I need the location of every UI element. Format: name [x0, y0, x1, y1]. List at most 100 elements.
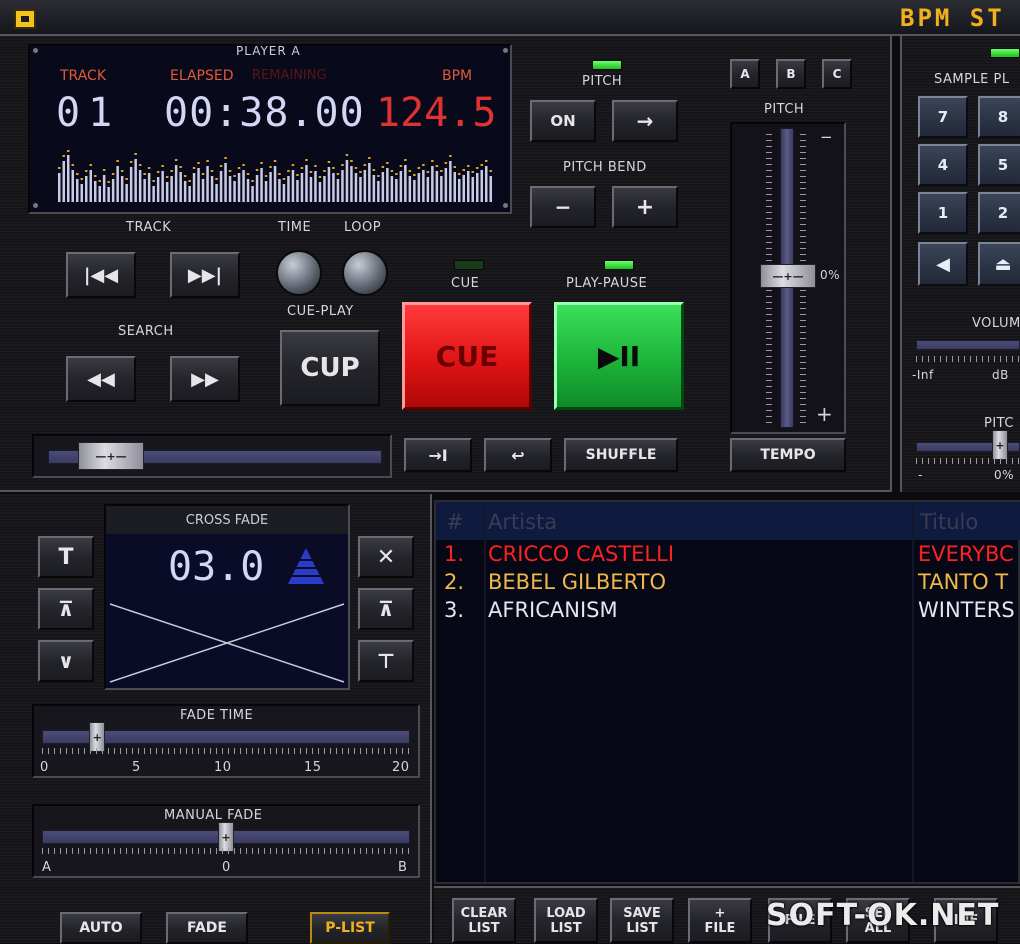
spectrum-bar	[147, 173, 151, 202]
abc-button-b[interactable]: B	[776, 59, 806, 89]
spectrum-peak	[129, 161, 133, 163]
spectrum-bar	[359, 177, 362, 202]
sample-key-7[interactable]: 7	[918, 96, 968, 138]
pitch-label: PITCH	[582, 74, 623, 89]
fade-curve-button-2[interactable]: ⊼	[38, 588, 94, 630]
sampler-back-button[interactable]: ◀	[918, 242, 968, 286]
loop-knob[interactable]	[342, 250, 388, 296]
next-track-button[interactable]: ▶▶|	[170, 252, 240, 298]
manual-fade-scale-zero: 0	[222, 860, 231, 875]
repeat-button[interactable]: ↩	[484, 438, 552, 472]
remaining-label[interactable]: REMAINING	[252, 68, 327, 83]
spectrum-bar	[62, 161, 65, 202]
spectrum-analyzer	[58, 150, 492, 202]
spectrum-peak	[116, 160, 119, 162]
abc-button-c[interactable]: C	[822, 59, 852, 89]
fade-time-label: FADE TIME	[180, 708, 254, 723]
spectrum-peak	[80, 178, 83, 180]
app-menu-icon[interactable]	[14, 9, 36, 29]
spectrum-bar	[296, 180, 299, 202]
spectrum-peak	[417, 167, 421, 169]
position-slider-thumb[interactable]: —+—	[78, 442, 144, 470]
clear-list-button[interactable]: CLEAR LIST	[452, 898, 516, 943]
spectrum-peak	[413, 174, 416, 176]
pitch-on-button[interactable]: ON	[530, 100, 596, 142]
elapsed-label[interactable]: ELAPSED	[170, 68, 234, 84]
tempo-button[interactable]: TEMPO	[730, 438, 846, 472]
fade-button[interactable]: FADE	[166, 912, 248, 944]
cue-play-button[interactable]: CUP	[280, 330, 380, 406]
clear-list-line2: LIST	[468, 920, 500, 936]
spectrum-bar	[138, 170, 142, 202]
spectrum-bar	[377, 181, 380, 202]
loop-label: LOOP	[344, 220, 382, 235]
spectrum-peak	[395, 173, 398, 175]
sampler-volume-track[interactable]	[916, 340, 1020, 350]
row-number: 1.	[444, 542, 465, 566]
fade-curve-button-4[interactable]: ✕	[358, 536, 414, 578]
header-artist[interactable]: Artista	[488, 510, 557, 534]
abc-button-a[interactable]: A	[730, 59, 760, 89]
spectrum-peak	[363, 164, 367, 166]
time-knob[interactable]	[276, 250, 322, 296]
sampler-pitch-thumb[interactable]: +	[992, 430, 1008, 460]
spectrum-bar	[395, 179, 398, 202]
next-track-mode-button[interactable]: →I	[404, 438, 472, 472]
header-title[interactable]: Titulo	[920, 510, 978, 534]
spectrum-peak	[152, 180, 155, 182]
sampler-eject-button[interactable]: ⏏	[978, 242, 1020, 286]
sample-key-2[interactable]: 2	[978, 192, 1020, 234]
row-title: TANTO T	[918, 570, 1009, 594]
spectrum-bar	[228, 176, 232, 202]
play-pause-button[interactable]: ▶II	[554, 302, 684, 410]
spectrum-peak	[107, 181, 110, 183]
sample-key-5[interactable]: 5	[978, 144, 1020, 186]
spectrum-bar	[210, 176, 214, 202]
spectrum-peak	[71, 164, 74, 166]
play-led	[604, 260, 634, 270]
auto-button[interactable]: AUTO	[60, 912, 142, 944]
spectrum-peak	[111, 173, 115, 175]
shuffle-button[interactable]: SHUFFLE	[564, 438, 678, 472]
spectrum-bar	[381, 172, 385, 202]
spectrum-peak	[174, 159, 178, 161]
spectrum-bar	[206, 166, 209, 202]
pitch-fader-thumb[interactable]: —+—	[760, 264, 816, 288]
spectrum-peak	[228, 170, 232, 172]
spectrum-peak	[431, 160, 434, 162]
playlist-row[interactable]: 1. CRICCO CASTELLI EVERYBC	[436, 542, 1020, 570]
pitch-sync-button[interactable]: →	[612, 100, 678, 142]
playlist-row[interactable]: 2. BEBEL GILBERTO TANTO T	[436, 570, 1020, 598]
spectrum-bar	[264, 181, 268, 202]
spectrum-bar	[390, 176, 394, 202]
sample-key-8[interactable]: 8	[978, 96, 1020, 138]
playlist-row[interactable]: 3. AFRICANISM WINTERS	[436, 598, 1020, 626]
previous-track-button[interactable]: |◀◀	[66, 252, 136, 298]
search-backward-button[interactable]: ◀◀	[66, 356, 136, 402]
spectrum-peak	[269, 166, 272, 168]
spectrum-peak	[134, 153, 137, 155]
fade-curve-button-5[interactable]: ⊼	[358, 588, 414, 630]
fade-time-scale-20: 20	[392, 760, 410, 775]
sampler-inf-label: -Inf	[912, 368, 934, 382]
load-list-line2: LIST	[550, 920, 582, 936]
search-forward-button[interactable]: ▶▶	[170, 356, 240, 402]
player-display: PLAYER A TRACK ELAPSED REMAINING BPM 01 …	[28, 44, 512, 214]
pitch-bend-minus-button[interactable]: −	[530, 186, 596, 228]
spectrum-peak	[215, 178, 218, 180]
spectrum-bar	[435, 171, 439, 202]
pitch-bend-plus-button[interactable]: +	[612, 186, 678, 228]
sample-key-4[interactable]: 4	[918, 144, 968, 186]
fade-curve-button-3[interactable]: ∨	[38, 640, 94, 682]
playlist-button[interactable]: P-LIST	[310, 912, 390, 944]
spectrum-peak	[381, 166, 385, 168]
cue-button[interactable]: CUE	[402, 302, 532, 410]
add-file-button[interactable]: + FILE	[688, 898, 752, 943]
save-list-button[interactable]: SAVE LIST	[610, 898, 674, 943]
header-num[interactable]: #	[446, 510, 464, 534]
fade-curve-button-1[interactable]: T	[38, 536, 94, 578]
spectrum-peak	[224, 157, 227, 159]
load-list-button[interactable]: LOAD LIST	[534, 898, 598, 943]
sample-key-1[interactable]: 1	[918, 192, 968, 234]
fade-curve-button-6[interactable]: ⊤	[358, 640, 414, 682]
